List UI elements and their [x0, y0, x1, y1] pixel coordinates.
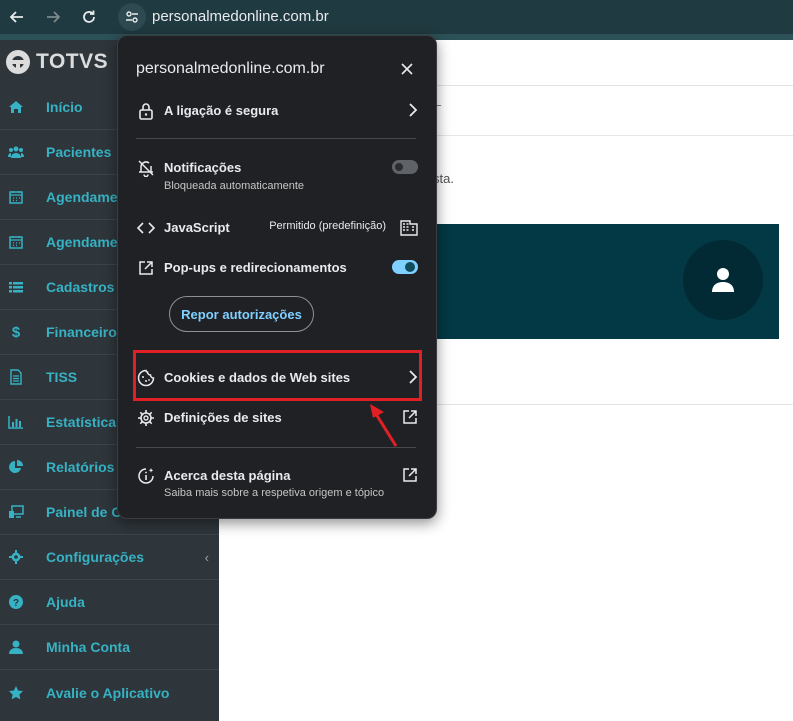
star-icon	[8, 685, 24, 701]
javascript-row[interactable]: JavaScript Permitido (predefinição)	[118, 218, 438, 238]
forward-button[interactable]	[41, 5, 65, 29]
notifications-row: Notificações Bloqueada automaticamente	[118, 158, 438, 198]
list-icon	[8, 279, 24, 295]
annotation-highlight-box	[133, 350, 422, 401]
browser-toolbar: personalmedonline.com.br	[0, 0, 793, 34]
about-page-label: Acerca desta página	[164, 468, 291, 483]
popup-title: personalmedonline.com.br	[136, 60, 325, 77]
sidebar-item-label: Financeiro	[46, 324, 117, 340]
notifications-label: Notificações	[164, 160, 242, 175]
notifications-toggle[interactable]	[392, 160, 418, 174]
totvs-logo-icon	[6, 50, 30, 74]
logo-text: TOTVS	[36, 50, 109, 73]
users-icon	[8, 144, 24, 160]
back-arrow-icon	[9, 11, 23, 23]
reload-icon	[83, 10, 95, 23]
sidebar-item-label: Cadastros	[46, 279, 115, 295]
close-icon	[401, 63, 413, 75]
javascript-label: JavaScript	[164, 220, 230, 235]
svg-text:?: ?	[13, 598, 19, 609]
sidebar-item-label: TISS	[46, 369, 78, 385]
totvs-logo[interactable]: TOTVS	[4, 48, 108, 76]
document-icon	[8, 369, 24, 385]
annotation-arrow-icon	[370, 404, 398, 447]
info-sparkle-icon	[136, 466, 156, 486]
popup-divider	[136, 138, 416, 139]
chevron-left-icon: ‹	[204, 549, 209, 565]
dollar-icon: $	[11, 323, 21, 341]
pie-chart-icon	[8, 459, 24, 475]
reload-button[interactable]	[77, 5, 101, 29]
sidebar-item-label: Início	[46, 99, 83, 115]
user-icon	[8, 639, 24, 655]
sidebar-item-label: Painel de C	[46, 504, 122, 520]
javascript-value: Permitido (predefinição)	[269, 220, 386, 232]
calendar-icon	[8, 234, 24, 250]
sidebar-item-label: Agendame	[46, 189, 118, 205]
monitor-icon	[8, 504, 24, 520]
sidebar-item-label: Estatísticas	[46, 414, 124, 430]
sidebar-item-label: Pacientes	[46, 144, 112, 160]
sidebar-item-avalie[interactable]: Avalie o Aplicativo	[0, 670, 219, 715]
sidebar-item-label: Minha Conta	[46, 639, 130, 655]
enterprise-building-icon	[400, 218, 418, 236]
address-bar-url[interactable]: personalmedonline.com.br	[152, 8, 329, 25]
lock-icon	[136, 101, 156, 121]
external-link-icon	[402, 467, 418, 483]
bar-chart-icon	[8, 414, 24, 430]
connection-secure-label: A ligação é segura	[164, 103, 279, 118]
settings-gear-icon	[136, 408, 156, 428]
help-icon: ?	[8, 594, 24, 610]
reset-permissions-button[interactable]: Repor autorizações	[169, 296, 314, 332]
site-settings-label: Definições de sites	[164, 410, 282, 425]
forward-arrow-icon	[47, 11, 61, 23]
close-button[interactable]	[398, 60, 416, 78]
home-icon	[8, 99, 24, 115]
code-icon	[136, 218, 156, 238]
popups-toggle[interactable]	[392, 260, 418, 274]
sidebar-item-label: Relatórios	[46, 459, 115, 475]
external-link-icon	[402, 409, 418, 425]
notifications-status: Bloqueada automaticamente	[164, 180, 305, 192]
popups-row: Pop-ups e redirecionamentos	[118, 258, 438, 278]
sidebar-item-label: Avalie o Aplicativo	[46, 684, 170, 701]
tune-icon	[126, 11, 138, 23]
popups-label: Pop-ups e redirecionamentos	[164, 260, 347, 275]
gear-icon	[8, 549, 24, 565]
avatar[interactable]	[683, 240, 763, 320]
sidebar-item-label: Configurações	[46, 549, 145, 565]
connection-secure-row[interactable]: A ligação é segura	[118, 101, 438, 121]
user-avatar-icon	[712, 268, 734, 292]
bell-off-icon	[136, 158, 156, 178]
sidebar-item-ajuda[interactable]: ? Ajuda	[0, 580, 219, 625]
about-page-description: Saiba mais sobre a respetiva origem e tó…	[164, 487, 385, 499]
back-button[interactable]	[5, 5, 29, 29]
open-in-new-icon	[136, 258, 156, 278]
calendar-icon	[8, 189, 24, 205]
sidebar-item-label: Ajuda	[46, 594, 85, 610]
sidebar-item-label: Agendame	[46, 234, 118, 250]
sidebar-item-configuracoes[interactable]: Configurações ‹	[0, 535, 219, 580]
sidebar-item-minha-conta[interactable]: Minha Conta	[0, 625, 219, 670]
about-page-row[interactable]: Acerca desta página Saiba mais sobre a r…	[118, 466, 438, 502]
site-info-button[interactable]	[118, 3, 146, 31]
chevron-right-icon	[408, 103, 418, 117]
